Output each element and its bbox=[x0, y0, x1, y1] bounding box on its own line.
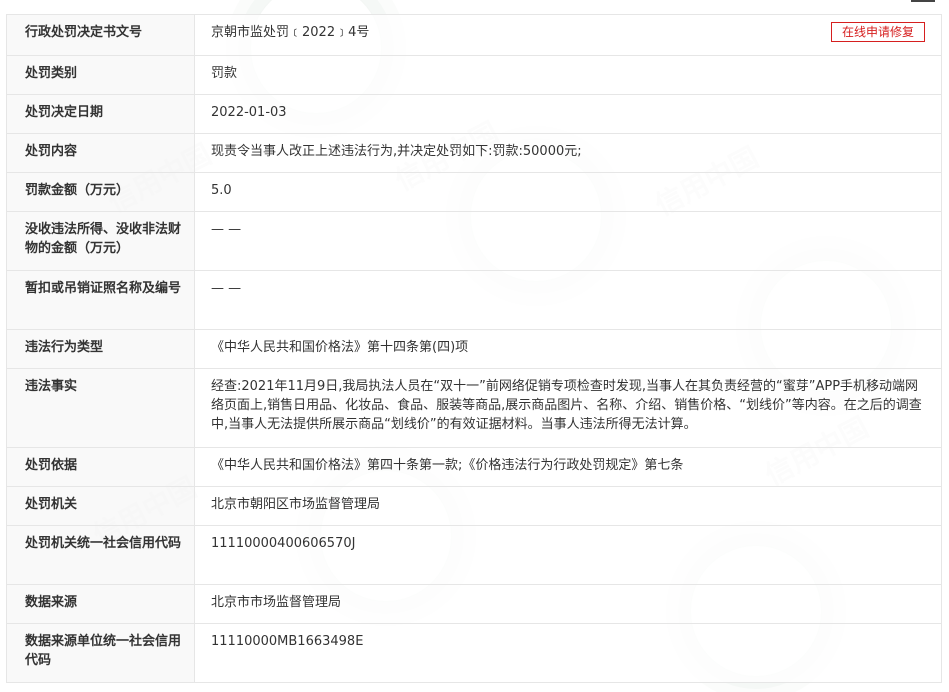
penalty-authority-label: 处罚机关 bbox=[6, 486, 195, 526]
table-row: 罚款金额（万元） 5.0 bbox=[6, 172, 942, 212]
decision-number-value: 京朝市监处罚﹝2022﹞4号 bbox=[211, 25, 370, 40]
table-row: 数据来源 北京市市场监督管理局 bbox=[6, 584, 942, 624]
decision-number-cell: 京朝市监处罚﹝2022﹞4号 在线申请修复 bbox=[194, 14, 942, 56]
data-source-value: 北京市市场监督管理局 bbox=[194, 584, 942, 624]
table-row: 行政处罚决定书文号 京朝市监处罚﹝2022﹞4号 在线申请修复 bbox=[6, 14, 942, 56]
page: 信用中国 信用中国 信用中国 信用中国 信用中国 行政处罚决定书文号 京朝市监处… bbox=[0, 0, 949, 692]
violation-facts-value: 经查:2021年11月9日,我局执法人员在“双十一”前网络促销专项检查时发现,当… bbox=[194, 368, 942, 448]
violation-type-label: 违法行为类型 bbox=[6, 329, 195, 369]
source-credit-code-label: 数据来源单位统一社会信用代码 bbox=[6, 623, 195, 683]
violation-facts-label: 违法事实 bbox=[6, 368, 195, 448]
table-row: 没收违法所得、没收非法财物的金额（万元） — — bbox=[6, 211, 942, 271]
license-suspension-label: 暂扣或吊销证照名称及编号 bbox=[6, 270, 195, 330]
table-row: 处罚机关 北京市朝阳区市场监督管理局 bbox=[6, 486, 942, 526]
decision-date-label: 处罚决定日期 bbox=[6, 94, 195, 134]
table-row: 违法行为类型 《中华人民共和国价格法》第十四条第(四)项 bbox=[6, 329, 942, 369]
penalty-content-label: 处罚内容 bbox=[6, 133, 195, 173]
fine-amount-value: 5.0 bbox=[194, 172, 942, 212]
authority-credit-code-value: 11110000400606570J bbox=[194, 525, 942, 585]
table-row: 处罚机关统一社会信用代码 11110000400606570J bbox=[6, 525, 942, 585]
table-row: 处罚类别 罚款 bbox=[6, 55, 942, 95]
penalty-category-value: 罚款 bbox=[194, 55, 942, 95]
top-edge-mark bbox=[911, 0, 935, 2]
violation-type-value: 《中华人民共和国价格法》第十四条第(四)项 bbox=[194, 329, 942, 369]
table-row: 处罚依据 《中华人民共和国价格法》第四十条第一款;《价格违法行为行政处罚规定》第… bbox=[6, 447, 942, 487]
decision-number-label: 行政处罚决定书文号 bbox=[6, 14, 195, 56]
fine-amount-label: 罚款金额（万元） bbox=[6, 172, 195, 212]
table-row: 处罚内容 现责令当事人改正上述违法行为,并决定处罚如下:罚款:50000元; bbox=[6, 133, 942, 173]
table-row: 处罚决定日期 2022-01-03 bbox=[6, 94, 942, 134]
table-row: 暂扣或吊销证照名称及编号 — — bbox=[6, 270, 942, 330]
table-row: 违法事实 经查:2021年11月9日,我局执法人员在“双十一”前网络促销专项检查… bbox=[6, 368, 942, 448]
decision-date-value: 2022-01-03 bbox=[194, 94, 942, 134]
penalty-info-table: 行政处罚决定书文号 京朝市监处罚﹝2022﹞4号 在线申请修复 处罚类别 罚款 … bbox=[6, 14, 942, 683]
penalty-content-value: 现责令当事人改正上述违法行为,并决定处罚如下:罚款:50000元; bbox=[194, 133, 942, 173]
table-row: 数据来源单位统一社会信用代码 11110000MB1663498E bbox=[6, 623, 942, 683]
confiscated-amount-label: 没收违法所得、没收非法财物的金额（万元） bbox=[6, 211, 195, 271]
authority-credit-code-label: 处罚机关统一社会信用代码 bbox=[6, 525, 195, 585]
license-suspension-value: — — bbox=[194, 270, 942, 330]
source-credit-code-value: 11110000MB1663498E bbox=[194, 623, 942, 683]
confiscated-amount-value: — — bbox=[194, 211, 942, 271]
penalty-basis-value: 《中华人民共和国价格法》第四十条第一款;《价格违法行为行政处罚规定》第七条 bbox=[194, 447, 942, 487]
penalty-category-label: 处罚类别 bbox=[6, 55, 195, 95]
online-repair-button[interactable]: 在线申请修复 bbox=[830, 22, 925, 42]
penalty-basis-label: 处罚依据 bbox=[6, 447, 195, 487]
penalty-authority-value: 北京市朝阳区市场监督管理局 bbox=[194, 486, 942, 526]
data-source-label: 数据来源 bbox=[6, 584, 195, 624]
decision-number-wrap: 京朝市监处罚﹝2022﹞4号 在线申请修复 bbox=[211, 22, 931, 42]
